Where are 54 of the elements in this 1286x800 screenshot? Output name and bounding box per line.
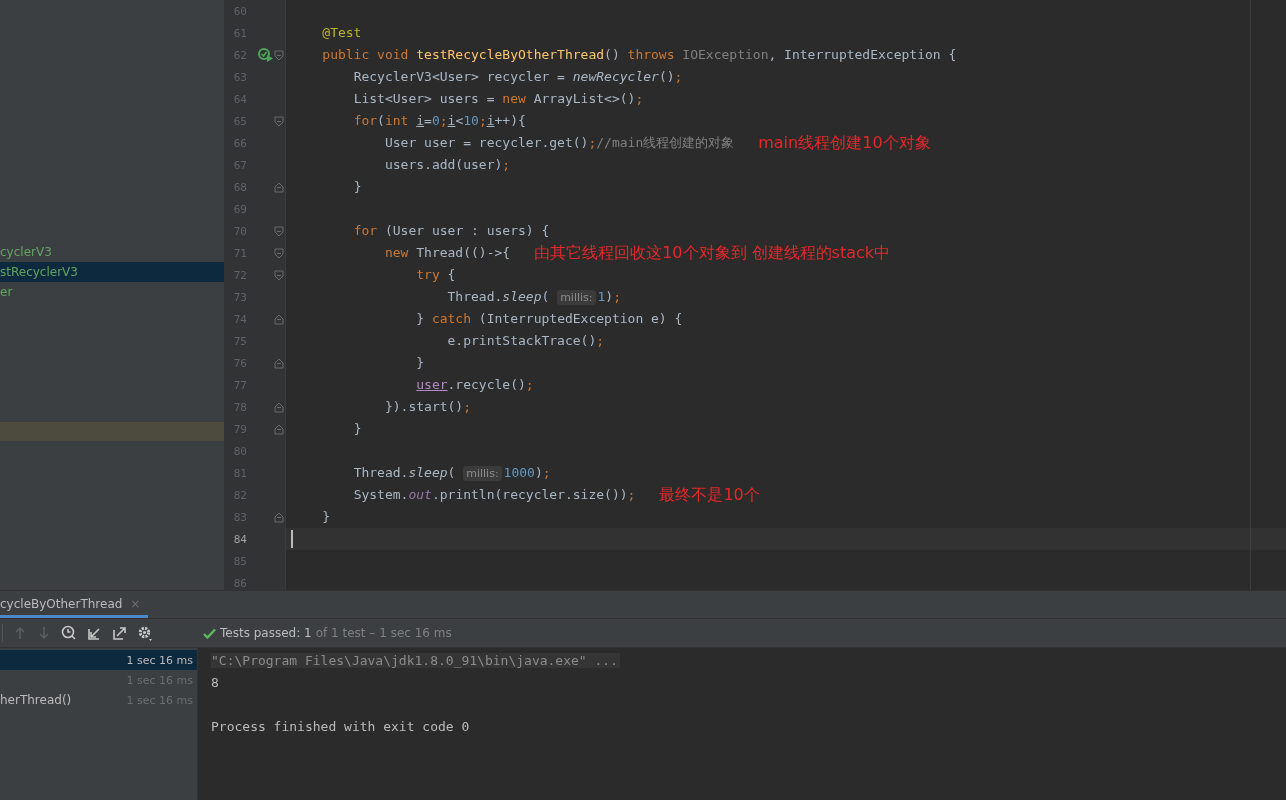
test-row[interactable]: 1 sec 16 ms	[0, 650, 197, 670]
run-tab[interactable]: cycleByOtherThread ×	[0, 591, 149, 618]
fold-marker-icon[interactable]	[274, 115, 284, 127]
code-line: RecyclerV3<User> recycler = newRecycler();	[352, 68, 683, 86]
status-text: Tests passed: 1	[220, 626, 312, 640]
down-arrow-icon[interactable]	[37, 626, 51, 640]
settings-icon[interactable]	[137, 625, 153, 641]
code-line: for(int i=0;i<10;i++){	[352, 112, 526, 130]
code-line: Thread.sleep( millis: 1);	[446, 287, 621, 307]
console-line: 8	[211, 675, 219, 690]
fold-marker-icon[interactable]	[274, 247, 284, 259]
check-icon	[203, 627, 216, 639]
fold-marker-icon[interactable]	[274, 357, 284, 369]
code-line: }	[415, 354, 425, 372]
fold-marker-icon[interactable]	[274, 269, 284, 281]
annotation-text: 最终不是10个	[659, 484, 760, 506]
run-icon[interactable]	[258, 48, 274, 62]
import-icon[interactable]	[87, 625, 102, 641]
code-line: for (User user : users) {	[352, 222, 550, 240]
text-caret	[291, 530, 293, 548]
code-line: public void testRecycleByOtherThread() throws IOException, InterruptedException {	[321, 46, 957, 64]
code-line: Thread.sleep( millis: 1000);	[352, 463, 551, 483]
code-line: }	[352, 178, 362, 196]
code-line: } catch (InterruptedException e) {	[415, 310, 683, 328]
code-line: }	[352, 420, 362, 438]
status-detail: of 1 test – 1 sec 16 ms	[315, 626, 452, 640]
fold-marker-icon[interactable]	[274, 423, 284, 435]
code-line: List<User> users = new ArrayList<>();	[352, 90, 644, 108]
code-line: try {	[415, 266, 456, 284]
up-arrow-icon[interactable]	[13, 626, 27, 640]
code-line: System.out.println(recycler.size());	[352, 486, 636, 504]
code-line: }	[321, 508, 331, 526]
code-line: }).start();	[383, 398, 472, 416]
console-line: Process finished with exit code 0	[211, 719, 470, 734]
annotation-text: main线程创建10个对象	[758, 132, 931, 154]
tree-item[interactable]: er	[0, 282, 224, 302]
fold-marker-icon[interactable]	[274, 181, 284, 193]
fold-marker-icon[interactable]	[274, 511, 284, 523]
annotation-text: 由其它线程回收这10个对象到 创建线程的stack中	[534, 242, 891, 264]
tree-item[interactable]: cyclerV3	[0, 242, 224, 262]
code-line: @Test	[321, 24, 362, 42]
code-line: user.recycle();	[415, 376, 534, 394]
export-icon[interactable]	[112, 625, 127, 641]
clock-icon[interactable]	[61, 625, 77, 641]
tree-item[interactable]: stRecyclerV3	[0, 262, 224, 282]
code-line: User user = recycler.get();//main线程创建的对象	[383, 134, 735, 152]
line-number: 84	[232, 532, 247, 546]
code-line: e.printStackTrace();	[446, 332, 605, 350]
fold-marker-icon[interactable]	[274, 49, 284, 61]
code-line: users.add(user);	[383, 156, 511, 174]
code-line: new Thread(()->{	[383, 244, 511, 262]
fold-marker-icon[interactable]	[274, 401, 284, 413]
fold-marker-icon[interactable]	[274, 225, 284, 237]
fold-marker-icon[interactable]	[274, 313, 284, 325]
